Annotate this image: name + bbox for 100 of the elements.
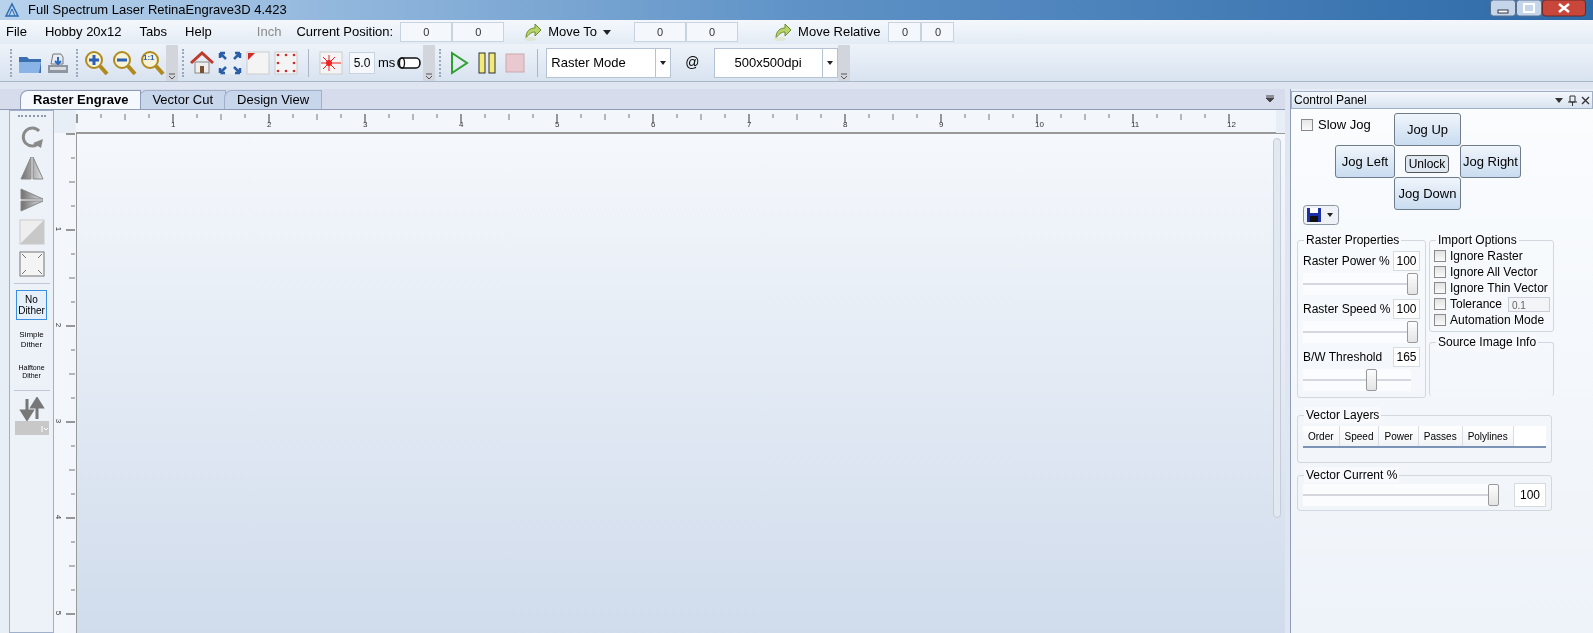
slider-thumb[interactable]: [1407, 321, 1418, 343]
value-field[interactable]: 100: [1514, 483, 1546, 507]
pin-icon[interactable]: [1568, 94, 1577, 106]
save-dropdown-icon[interactable]: [1303, 205, 1339, 225]
ruler-label: 4: [54, 514, 63, 520]
coordinate-field[interactable]: 0: [686, 22, 739, 42]
slider-track[interactable]: [1303, 369, 1411, 391]
column-header[interactable]: Order: [1303, 426, 1340, 446]
checkbox-label: Ignore Thin Vector: [1450, 280, 1548, 297]
close-icon[interactable]: [1581, 95, 1590, 105]
home-icon[interactable]: [188, 48, 216, 77]
scrollbar-thumb[interactable]: [1273, 138, 1281, 518]
jog-down-button[interactable]: Jog Down: [1394, 177, 1461, 210]
flip-horizontal-icon[interactable]: [18, 155, 45, 181]
tab[interactable]: Raster Engrave: [20, 90, 142, 109]
move-relative-label: Move Relative: [798, 23, 881, 42]
checkbox-label: Slow Jog: [1318, 116, 1371, 134]
maximize-icon[interactable]: [1516, 0, 1542, 17]
jog-left-button[interactable]: Jog Left: [1335, 145, 1395, 178]
coordinate-field[interactable]: 0: [452, 22, 505, 42]
menu-item[interactable]: Tabs: [139, 22, 168, 42]
column-header[interactable]: Passes: [1418, 426, 1463, 446]
column-header[interactable]: Power: [1379, 426, 1419, 446]
tolerance-field[interactable]: 0.1: [1508, 296, 1551, 312]
ruler-label: 7: [747, 121, 752, 129]
checkbox-label: Ignore Raster: [1450, 248, 1523, 265]
checkbox[interactable]: [1434, 298, 1446, 310]
arrow-icon[interactable]: [772, 22, 793, 42]
jog-up-button[interactable]: Jog Up: [1394, 113, 1461, 146]
checkbox[interactable]: [1434, 314, 1446, 326]
laser-icon[interactable]: [317, 48, 345, 77]
ruler-label: 6: [651, 121, 656, 129]
coordinate-field[interactable]: 0: [888, 22, 922, 42]
resolution-dropdown[interactable]: 500x500dpi: [713, 47, 838, 78]
ruler-label: 8: [843, 121, 848, 129]
magnifier-icon: [138, 48, 166, 77]
slider-track[interactable]: [1303, 484, 1499, 506]
caret-icon[interactable]: [602, 28, 613, 36]
slider-thumb[interactable]: [1366, 369, 1378, 391]
ruler-label: 12: [1227, 121, 1236, 129]
checkbox[interactable]: [1434, 266, 1446, 278]
menu-caret-icon[interactable]: [1265, 94, 1275, 104]
zoom-in-icon[interactable]: [82, 48, 110, 77]
slider-track[interactable]: [1303, 321, 1418, 343]
group-title: Source Image Info: [1436, 334, 1539, 350]
ruler-label: 10: [1035, 121, 1044, 129]
checkbox-label: Ignore All Vector: [1450, 264, 1538, 281]
ruler-label: 5: [54, 610, 63, 616]
dot-grid-icon[interactable]: [272, 48, 300, 77]
checkbox-label: Automation Mode: [1450, 312, 1545, 329]
column-header[interactable]: Polylines: [1462, 426, 1514, 446]
ruler-label: 3: [363, 121, 368, 129]
swap-arrows-icon[interactable]: [18, 397, 45, 421]
field-label: Raster Speed %: [1303, 301, 1391, 318]
zoom-out-icon[interactable]: [110, 48, 138, 77]
tab[interactable]: Design View: [224, 90, 323, 109]
overflow-icon[interactable]: [166, 44, 178, 81]
tab[interactable]: Vector Cut: [139, 90, 227, 109]
value-field[interactable]: 165: [1393, 347, 1420, 367]
coordinate-field[interactable]: 0: [921, 22, 955, 42]
menu-item[interactable]: File: [6, 22, 27, 42]
minimize-icon[interactable]: [1490, 0, 1516, 17]
column-header[interactable]: Speed: [1339, 426, 1380, 446]
ruler-label: 4: [459, 121, 464, 129]
slider-track[interactable]: [1303, 273, 1418, 295]
close-icon[interactable]: [1542, 0, 1586, 17]
slider-thumb[interactable]: [1488, 484, 1499, 506]
coordinate-field[interactable]: 0: [634, 22, 687, 42]
ruler-label: 1: [171, 121, 176, 129]
menu-item[interactable]: Help: [185, 22, 212, 42]
corner-marker-icon[interactable]: [244, 48, 272, 77]
checkbox[interactable]: [1301, 118, 1313, 131]
slider-thumb[interactable]: [1407, 273, 1418, 295]
group-title: Import Options: [1436, 232, 1519, 248]
coordinate-field[interactable]: 0: [400, 22, 453, 42]
move-to-label[interactable]: Move To: [548, 22, 598, 42]
flip-vertical-icon[interactable]: [18, 187, 45, 213]
mode-dropdown[interactable]: Raster Mode: [546, 47, 672, 78]
ruler-label: 2: [267, 121, 272, 129]
caret-icon: [824, 58, 835, 67]
ruler-label: 11: [1131, 121, 1140, 129]
group-title: Raster Properties: [1304, 232, 1402, 248]
caret-icon[interactable]: [1554, 96, 1564, 104]
jog-right-button[interactable]: Jog Right: [1460, 145, 1521, 178]
dither-option[interactable]: Simple Dither: [16, 326, 47, 354]
value-field[interactable]: 100: [1393, 251, 1420, 271]
dither-option[interactable]: No Dither: [16, 290, 47, 320]
pulse-time-field[interactable]: 5.0: [349, 51, 375, 74]
current-position-label: Current Position:: [296, 23, 394, 42]
group-title: Vector Layers: [1304, 407, 1382, 423]
checkbox[interactable]: [1434, 282, 1446, 294]
at-sign: @: [685, 53, 700, 72]
unlock-button[interactable]: Unlock: [1405, 155, 1449, 173]
group-title: Vector Current %: [1304, 467, 1400, 483]
arrow-icon[interactable]: [522, 22, 543, 42]
window-title: Full Spectrum Laser RetinaEngrave3D 4.423: [28, 1, 287, 20]
checkbox[interactable]: [1434, 250, 1446, 262]
value-field[interactable]: 100: [1393, 299, 1420, 319]
menu-item[interactable]: Hobby 20x12: [44, 22, 122, 42]
shrink-icon[interactable]: [18, 251, 45, 277]
